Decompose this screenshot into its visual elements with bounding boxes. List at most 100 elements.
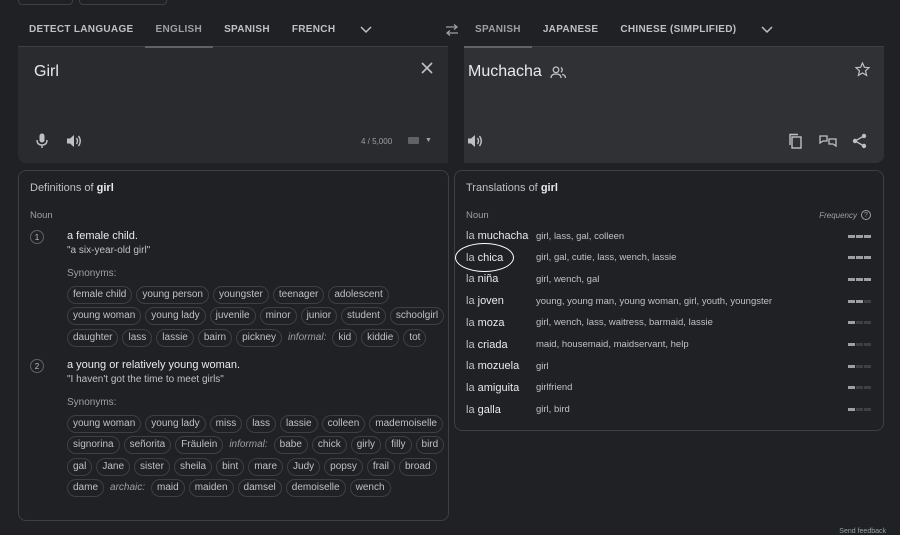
translation-row[interactable]: la mozuela girl xyxy=(466,356,871,376)
synonym-chip[interactable]: signorina xyxy=(67,436,120,455)
synonym-chip[interactable]: miss xyxy=(209,414,243,433)
synonym-chip[interactable]: Fräulein xyxy=(175,436,224,455)
synonym-chip[interactable]: young woman xyxy=(67,414,142,433)
synonym-chip[interactable]: tot xyxy=(403,328,427,347)
synonym-chip[interactable]: lassie xyxy=(280,414,318,433)
speaker-icon[interactable] xyxy=(467,133,483,149)
synonym-chip[interactable]: lass xyxy=(122,328,153,347)
translation-row[interactable]: la amiguita girlfriend xyxy=(466,378,871,398)
definitions-card: Definitions of girl Noun 1 a female chil… xyxy=(18,170,449,521)
synonym-chip[interactable]: gal xyxy=(67,457,93,476)
clear-icon[interactable] xyxy=(421,62,433,74)
copy-icon[interactable] xyxy=(788,133,803,149)
synonym-chip[interactable]: teenager xyxy=(272,285,325,304)
synonym-chip[interactable]: kiddie xyxy=(361,328,400,347)
keyboard-menu[interactable]: ▼ xyxy=(408,137,432,144)
synonym-chip[interactable]: Judy xyxy=(287,457,321,476)
synonym-chip[interactable]: girly xyxy=(350,436,382,455)
swap-languages-icon[interactable] xyxy=(440,13,464,47)
source-tab-detect-language[interactable]: DETECT LANGUAGE xyxy=(18,13,145,47)
synonym-chip[interactable]: sheila xyxy=(173,457,213,476)
synonym-chip[interactable]: popsy xyxy=(324,457,363,476)
sense-definition: a female child. xyxy=(67,230,138,242)
sense-definition: a young or relatively young woman. xyxy=(67,359,241,371)
star-icon[interactable] xyxy=(855,62,870,77)
source-tab-english[interactable]: ENGLISH xyxy=(144,13,214,48)
synonym-chip[interactable]: minor xyxy=(259,307,297,326)
synonym-chip[interactable]: female child xyxy=(67,285,133,304)
synonym-chip[interactable]: lass xyxy=(246,414,276,433)
synonym-chip[interactable]: maid xyxy=(151,479,185,498)
synonym-chip[interactable]: wench xyxy=(349,479,391,498)
synonym-chip[interactable]: lassie xyxy=(156,328,194,347)
synonym-chip[interactable]: sister xyxy=(134,457,170,476)
verified-community-icon[interactable] xyxy=(550,65,567,79)
target-tab-japanese[interactable]: JAPANESE xyxy=(532,13,610,47)
translation-word[interactable]: la moza xyxy=(466,317,536,329)
synonym-chip[interactable]: young person xyxy=(136,285,209,304)
synonym-chip[interactable]: schoolgirl xyxy=(389,307,445,326)
translation-row[interactable]: la chica girl, gal, cutie, lass, wench, l… xyxy=(466,248,871,268)
rate-translation-icon[interactable] xyxy=(819,133,837,149)
synonym-chip[interactable]: Jane xyxy=(96,457,131,476)
frequency-label: Frequency xyxy=(819,210,857,220)
synonym-chip[interactable]: dame xyxy=(67,479,105,498)
synonym-chip[interactable]: broad xyxy=(398,457,437,476)
synonym-chip[interactable]: daughter xyxy=(67,328,119,347)
translation-row[interactable]: la joven young, young man, young woman, g… xyxy=(466,291,871,311)
translation-word[interactable]: la niña xyxy=(466,273,536,285)
translation-word[interactable]: la criada xyxy=(466,339,536,351)
share-icon[interactable] xyxy=(852,133,867,149)
synonym-chip[interactable]: mare xyxy=(248,457,284,476)
help-icon[interactable]: ? xyxy=(861,210,871,220)
synonym-chip[interactable]: young woman xyxy=(67,307,142,326)
chevron-down-icon[interactable] xyxy=(346,25,386,34)
source-text-input[interactable]: Girl xyxy=(34,63,59,81)
target-tab-spanish[interactable]: SPANISH xyxy=(464,13,532,48)
word: mozuela xyxy=(477,360,520,373)
synonym-chip[interactable]: maiden xyxy=(188,479,234,498)
source-language-bar: DETECT LANGUAGE ENGLISH SPANISH FRENCH xyxy=(18,13,448,48)
translation-word[interactable]: la chica xyxy=(466,252,536,264)
frequency-segment xyxy=(864,321,871,325)
translation-row[interactable]: la niña girl, wench, gal xyxy=(466,269,871,289)
translation-word[interactable]: la muchacha xyxy=(466,230,536,242)
translation-word[interactable]: la joven xyxy=(466,295,536,307)
translation-row[interactable]: la muchacha girl, lass, gal, colleen xyxy=(466,226,871,246)
synonym-chip[interactable]: filly xyxy=(385,436,412,455)
synonym-chip[interactable]: bairn xyxy=(197,328,233,347)
microphone-icon[interactable] xyxy=(36,133,48,149)
article: la xyxy=(466,273,475,286)
synonym-chip[interactable]: youngster xyxy=(212,285,269,304)
synonym-chip[interactable]: student xyxy=(341,307,386,326)
synonym-chip[interactable]: babe xyxy=(273,436,308,455)
target-tab-chinese-simplified[interactable]: CHINESE (SIMPLIFIED) xyxy=(609,13,747,47)
synonym-chip[interactable]: adolescent xyxy=(328,285,389,304)
synonym-chip[interactable]: young lady xyxy=(145,307,206,326)
synonym-chip[interactable]: demoiselle xyxy=(285,479,346,498)
synonym-chip[interactable]: junior xyxy=(300,307,338,326)
synonym-chip[interactable]: damsel xyxy=(237,479,282,498)
synonym-chip[interactable]: señorita xyxy=(123,436,172,455)
synonym-chip[interactable]: pickney xyxy=(236,328,283,347)
synonym-chip[interactable]: mademoiselle xyxy=(369,414,443,433)
synonym-chip[interactable]: kid xyxy=(332,328,358,347)
translation-row[interactable]: la criada maid, housemaid, maidservant, h… xyxy=(466,335,871,355)
synonym-chip[interactable]: colleen xyxy=(321,414,366,433)
synonym-chip[interactable]: chick xyxy=(311,436,347,455)
translation-row[interactable]: la galla girl, bird xyxy=(466,400,871,420)
send-feedback-link[interactable]: Send feedback xyxy=(839,528,886,535)
synonym-chip[interactable]: bird xyxy=(415,436,445,455)
synonym-chip[interactable]: frail xyxy=(366,457,395,476)
synonym-chip[interactable]: bint xyxy=(216,457,245,476)
translation-word[interactable]: la mozuela xyxy=(466,360,536,372)
translation-word[interactable]: la amiguita xyxy=(466,382,536,394)
synonym-chip[interactable]: juvenile xyxy=(209,307,256,326)
chevron-down-icon[interactable] xyxy=(747,25,787,34)
translation-word[interactable]: la galla xyxy=(466,404,536,416)
synonym-chip[interactable]: young lady xyxy=(145,414,206,433)
speaker-icon[interactable] xyxy=(66,133,82,149)
translation-row[interactable]: la moza girl, wench, lass, waitress, barm… xyxy=(466,313,871,333)
source-tab-french[interactable]: FRENCH xyxy=(281,13,346,47)
source-tab-spanish[interactable]: SPANISH xyxy=(213,13,281,47)
